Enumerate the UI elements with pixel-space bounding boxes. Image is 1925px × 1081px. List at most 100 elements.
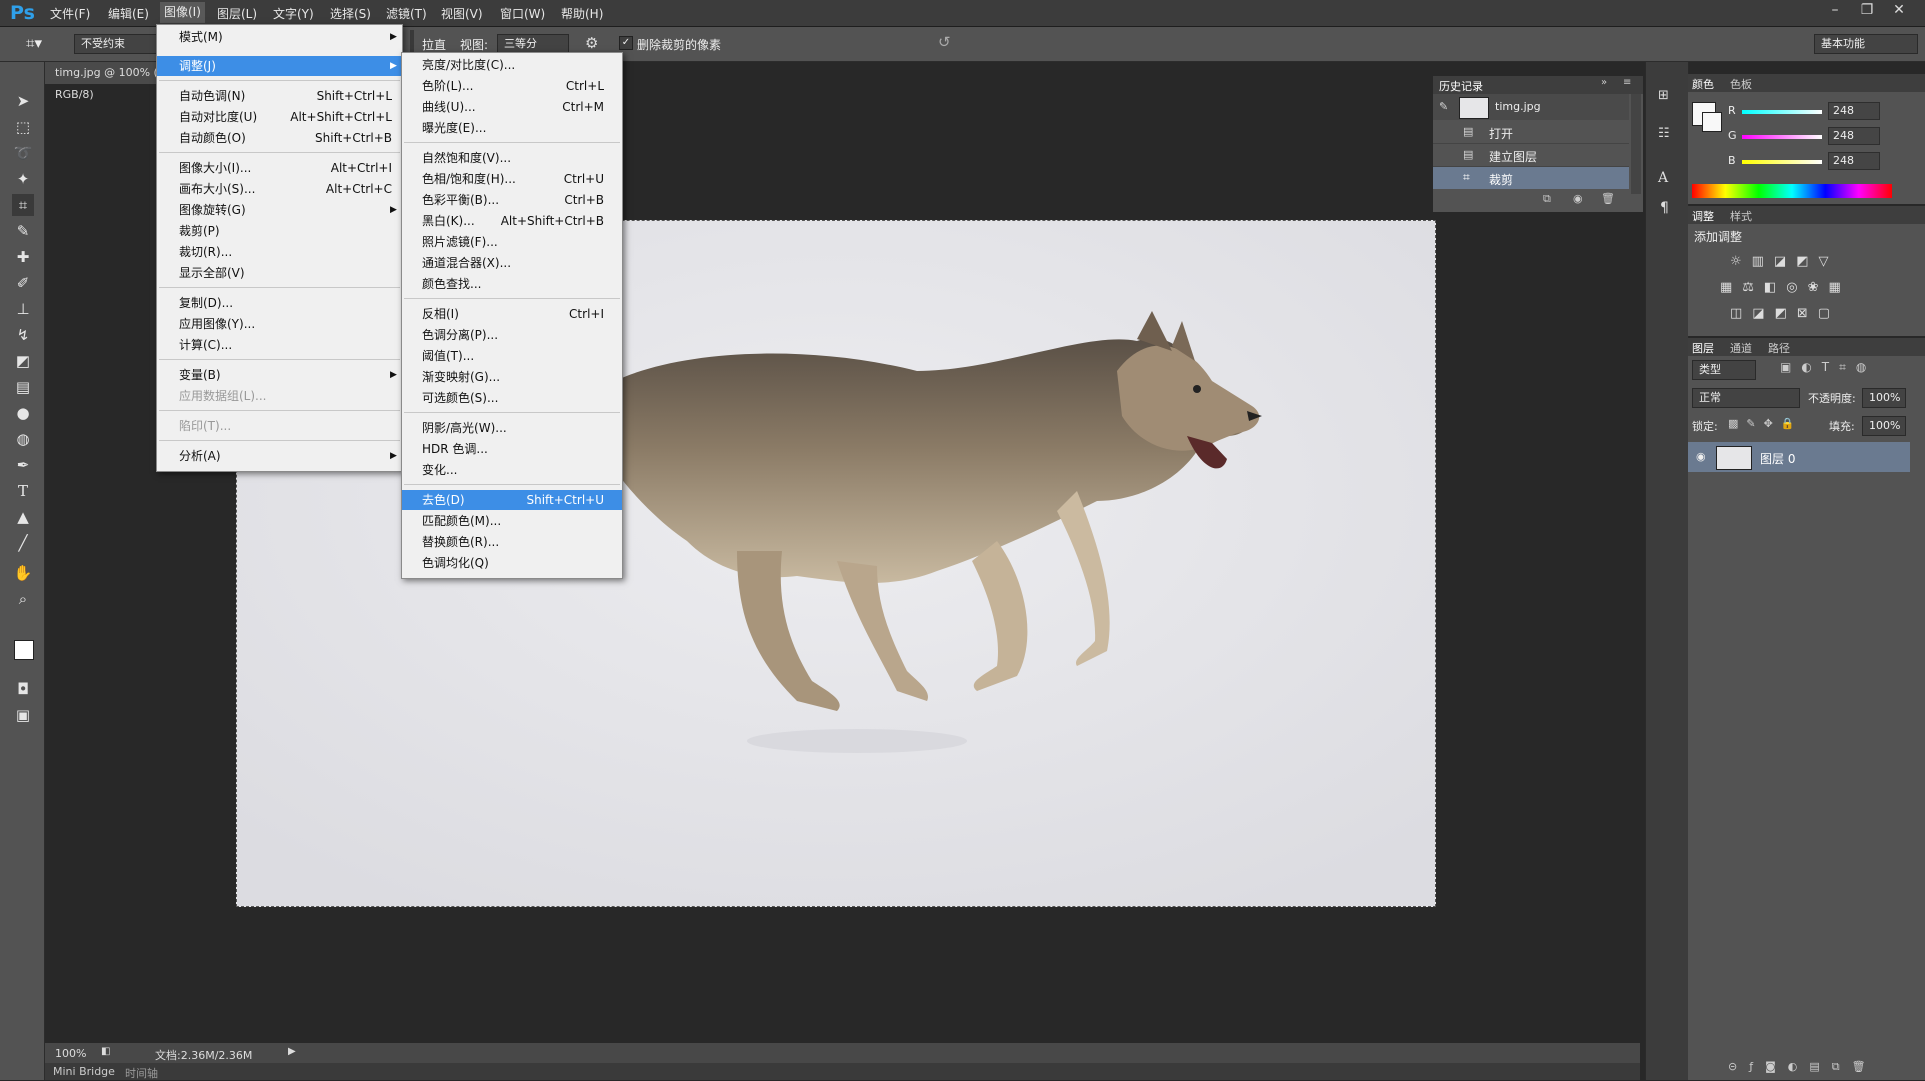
menu-item-adjustments[interactable]: 调整(J) ▶ <box>157 56 402 76</box>
adjustments-tab[interactable]: 调整 <box>1692 208 1714 224</box>
adjustment-icons-row-2[interactable]: ▦⚖◧◎❀▦ <box>1720 280 1851 295</box>
menu-item-auto-tone[interactable]: 自动色调(N) Shift+Ctrl+L <box>157 86 402 106</box>
menu-item-variables[interactable]: 变量(B) ▶ <box>157 365 402 385</box>
history-tab[interactable]: 历史记录 <box>1439 78 1483 94</box>
reset-icon[interactable]: ↺ <box>938 33 951 51</box>
background-color-swatch[interactable] <box>1702 112 1722 132</box>
path-select-icon[interactable]: ▲ <box>12 506 34 528</box>
menu-item-vibrance[interactable]: 自然饱和度(V)... <box>402 148 622 168</box>
menu-edit[interactable]: 编辑(E) <box>108 5 149 22</box>
menu-item-channel-mixer[interactable]: 通道混合器(X)... <box>402 253 622 273</box>
color-spectrum-bar[interactable] <box>1692 184 1892 198</box>
timeline-tab[interactable]: 时间轴 <box>125 1065 158 1081</box>
camera-icon[interactable]: ◉ <box>1573 192 1583 205</box>
blue-slider[interactable] <box>1742 160 1822 164</box>
zoom-level[interactable]: 100% <box>55 1047 86 1060</box>
foreground-color-swatch[interactable] <box>14 640 34 660</box>
menu-item-replace-color[interactable]: 替换颜色(R)... <box>402 532 622 552</box>
straighten-button[interactable]: 拉直 <box>422 36 446 53</box>
mini-bridge-tab[interactable]: Mini Bridge <box>53 1065 115 1078</box>
move-tool-icon[interactable]: ➤ <box>12 90 34 112</box>
menu-item-mode[interactable]: 模式(M) ▶ <box>157 27 402 47</box>
healing-brush-icon[interactable]: ✚ <box>12 246 34 268</box>
layer-filter-icons[interactable]: ▣◐T⌗◍ <box>1780 360 1876 375</box>
minimize-button[interactable]: – <box>1820 0 1850 20</box>
screen-mode-icon[interactable]: ▣ <box>12 704 34 726</box>
menu-window[interactable]: 窗口(W) <box>500 5 545 22</box>
layer-action-icons[interactable]: ⊝ƒ◙◐▤⧉🗑 <box>1728 1060 1878 1074</box>
green-slider[interactable] <box>1742 135 1822 139</box>
character-dock-icon[interactable]: A <box>1658 170 1668 186</box>
opacity-value[interactable]: 100% <box>1862 388 1906 408</box>
history-snapshot[interactable]: ✎ timg.jpg <box>1433 94 1629 120</box>
adjustment-icons-row-1[interactable]: ☼▥◪◩▽ <box>1730 254 1839 269</box>
menu-item-invert[interactable]: 反相(I) Ctrl+I <box>402 304 622 324</box>
channels-tab[interactable]: 通道 <box>1730 340 1752 356</box>
menu-item-desaturate[interactable]: 去色(D) Shift+Ctrl+U <box>402 490 622 510</box>
swatches-tab[interactable]: 色板 <box>1730 76 1752 92</box>
menu-item-duplicate[interactable]: 复制(D)... <box>157 293 402 313</box>
menu-filter[interactable]: 滤镜(T) <box>386 5 427 22</box>
adjustment-icons-row-3[interactable]: ◫◪◩⊠▢ <box>1730 306 1840 321</box>
restore-button[interactable]: ❐ <box>1852 0 1882 20</box>
brush-tool-icon[interactable]: ✐ <box>12 272 34 294</box>
lock-icons[interactable]: ▩✎✥🔒 <box>1728 417 1803 430</box>
menu-item-image-size[interactable]: 图像大小(I)... Alt+Ctrl+I <box>157 158 402 178</box>
gradient-tool-icon[interactable]: ▤ <box>12 376 34 398</box>
menu-item-levels[interactable]: 色阶(L)... Ctrl+L <box>402 76 622 96</box>
panel-menu-icon[interactable]: ≡ <box>1623 77 1631 88</box>
layers-tab[interactable]: 图层 <box>1692 340 1714 356</box>
fill-value[interactable]: 100% <box>1862 416 1906 436</box>
menu-item-trim[interactable]: 裁切(R)... <box>157 242 402 262</box>
history-item[interactable]: ▤ 打开 <box>1433 121 1629 144</box>
export-icon[interactable]: ◧ <box>101 1046 110 1057</box>
layer-row[interactable]: ◉ 图层 0 <box>1688 442 1910 472</box>
crop-tool-preset-icon[interactable]: ⌗▾ <box>26 34 42 52</box>
green-value[interactable]: 248 <box>1828 127 1880 145</box>
menu-image[interactable]: 图像(I) <box>160 2 205 23</box>
workspace-select[interactable]: 基本功能 <box>1814 34 1918 54</box>
menu-item-reveal-all[interactable]: 显示全部(V) <box>157 263 402 283</box>
delete-crop-checkbox[interactable]: ✓ <box>619 36 633 50</box>
blur-tool-icon[interactable]: ● <box>12 402 34 424</box>
menu-item-auto-color[interactable]: 自动颜色(O) Shift+Ctrl+B <box>157 128 402 148</box>
marquee-tool-icon[interactable]: ⬚ <box>12 116 34 138</box>
history-dock-icon[interactable]: ⊞ <box>1658 88 1669 103</box>
hand-tool-icon[interactable]: ✋ <box>12 562 34 584</box>
crop-tool-icon[interactable]: ⌗ <box>12 194 34 216</box>
menu-item-hdr-toning[interactable]: HDR 色调... <box>402 439 622 459</box>
paragraph-dock-icon[interactable]: ¶ <box>1660 200 1669 216</box>
gear-icon[interactable]: ⚙ <box>585 34 598 52</box>
menu-item-selective-color[interactable]: 可选颜色(S)... <box>402 388 622 408</box>
menu-item-match-color[interactable]: 匹配颜色(M)... <box>402 511 622 531</box>
menu-item-posterize[interactable]: 色调分离(P)... <box>402 325 622 345</box>
menu-item-color-balance[interactable]: 色彩平衡(B)... Ctrl+B <box>402 190 622 210</box>
menu-item-equalize[interactable]: 色调均化(Q) <box>402 553 622 573</box>
menu-help[interactable]: 帮助(H) <box>561 5 603 22</box>
history-scrollbar[interactable] <box>1631 94 1641 194</box>
dodge-tool-icon[interactable]: ◍ <box>12 428 34 450</box>
status-menu-arrow-icon[interactable]: ▶ <box>288 1046 296 1057</box>
blend-mode-select[interactable]: 正常 <box>1692 388 1800 408</box>
menu-item-hue-saturation[interactable]: 色相/饱和度(H)... Ctrl+U <box>402 169 622 189</box>
close-button[interactable]: ✕ <box>1884 0 1914 20</box>
type-tool-icon[interactable]: T <box>12 480 34 502</box>
menu-item-color-lookup[interactable]: 颜色查找... <box>402 274 622 294</box>
properties-dock-icon[interactable]: ☷ <box>1658 126 1670 141</box>
menu-layer[interactable]: 图层(L) <box>217 5 257 22</box>
menu-item-brightness-contrast[interactable]: 亮度/对比度(C)... <box>402 55 622 75</box>
magic-wand-icon[interactable]: ✦ <box>12 168 34 190</box>
menu-item-apply-image[interactable]: 应用图像(Y)... <box>157 314 402 334</box>
history-item-selected[interactable]: ⌗ 裁剪 <box>1433 167 1629 189</box>
quick-mask-icon[interactable]: ◘ <box>12 678 34 700</box>
crop-ratio-select[interactable]: 不受约束 <box>74 34 158 54</box>
menu-item-analysis[interactable]: 分析(A) ▶ <box>157 446 402 466</box>
menu-item-gradient-map[interactable]: 渐变映射(G)... <box>402 367 622 387</box>
menu-item-image-rotation[interactable]: 图像旋转(G) ▶ <box>157 200 402 220</box>
menu-type[interactable]: 文字(Y) <box>273 5 314 22</box>
expand-icon[interactable]: » <box>1601 77 1607 88</box>
history-brush-icon[interactable]: ↯ <box>12 324 34 346</box>
history-item[interactable]: ▤ 建立图层 <box>1433 144 1629 167</box>
menu-view[interactable]: 视图(V) <box>441 5 483 22</box>
stamp-tool-icon[interactable]: ⊥ <box>12 298 34 320</box>
